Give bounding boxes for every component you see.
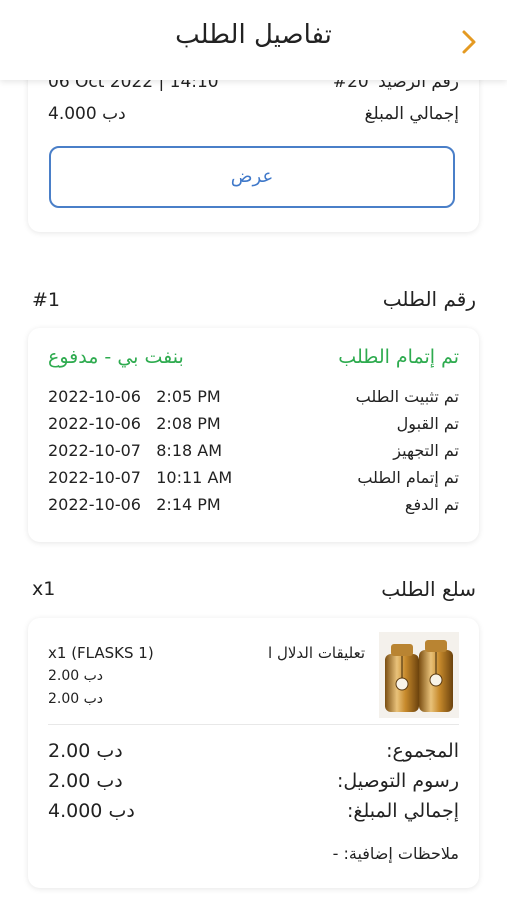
golden-flasks-image — [379, 632, 459, 718]
item-price: 2.00 دب — [48, 668, 104, 684]
timeline-date: 2022-10-06 — [48, 387, 141, 406]
subtotal-value: 2.00 دب — [48, 740, 123, 762]
timeline-datetime: 2022-10-07 8:18 AM — [48, 441, 222, 460]
grand-total-label: إجمالي المبلغ: — [346, 800, 459, 822]
timeline-date: 2022-10-06 — [48, 495, 141, 514]
order-items-card: تعليقات الدلال ا x1 (FLASKS 1) 2.00 دب 2… — [28, 618, 479, 888]
timeline-date: 2022-10-07 — [48, 468, 141, 487]
order-items-count: x1 — [32, 578, 56, 600]
timeline-datetime: 2022-10-06 2:08 PM — [48, 414, 221, 433]
timeline-label: تم التجهيز — [393, 441, 459, 460]
delivery-fee-value: 2.00 دب — [48, 770, 123, 792]
chevron-right-icon — [462, 30, 476, 54]
item-name: تعليقات الدلال ا — [268, 644, 365, 662]
timeline-time: 8:18 AM — [156, 441, 223, 460]
timeline-label: تم الدفع — [404, 495, 459, 514]
grand-total-value: 4.000 دب — [48, 800, 135, 822]
timeline-label: تم القبول — [396, 414, 459, 433]
timeline-date: 2022-10-07 — [48, 441, 141, 460]
timeline-time: 2:08 PM — [156, 414, 221, 433]
timeline-label: تم تثبيت الطلب — [355, 387, 459, 406]
view-button[interactable]: عرض — [49, 146, 455, 208]
order-status: تم إتمام الطلب — [338, 346, 459, 368]
timeline-time: 2:14 PM — [156, 495, 221, 514]
subtotal-label: المجموع: — [386, 740, 459, 762]
timeline-datetime: 2022-10-07 10:11 AM — [48, 468, 232, 487]
total-label: إجمالي المبلغ — [364, 104, 459, 124]
item-total-price: 2.00 دب — [48, 691, 104, 707]
page-title: تفاصيل الطلب — [175, 20, 332, 50]
timeline-time: 10:11 AM — [156, 468, 233, 487]
timeline-time: 2:05 PM — [156, 387, 221, 406]
timeline-datetime: 2022-10-06 2:05 PM — [48, 387, 221, 406]
additional-notes: ملاحظات إضافية: - — [332, 844, 459, 863]
timeline-label: تم إتمام الطلب — [357, 468, 459, 487]
payment-status: بنفت بي - مدفوع — [48, 346, 184, 368]
timeline-datetime: 2022-10-06 2:14 PM — [48, 495, 221, 514]
divider — [48, 724, 459, 725]
timeline-date: 2022-10-06 — [48, 414, 141, 433]
order-items-label: سلع الطلب — [381, 577, 476, 601]
back-button[interactable] — [456, 24, 484, 60]
order-number-value: #1 — [32, 289, 61, 311]
total-value: 4.000 دب — [48, 104, 126, 124]
delivery-fee-label: رسوم التوصيل: — [337, 770, 459, 792]
order-number-label: رقم الطلب — [382, 287, 476, 311]
item-qty-variant: x1 (FLASKS 1) — [48, 644, 154, 662]
order-status-card: تم إتمام الطلب بنفت بي - مدفوع تم تثبيت … — [28, 328, 479, 542]
app-header: تفاصيل الطلب — [0, 0, 507, 80]
